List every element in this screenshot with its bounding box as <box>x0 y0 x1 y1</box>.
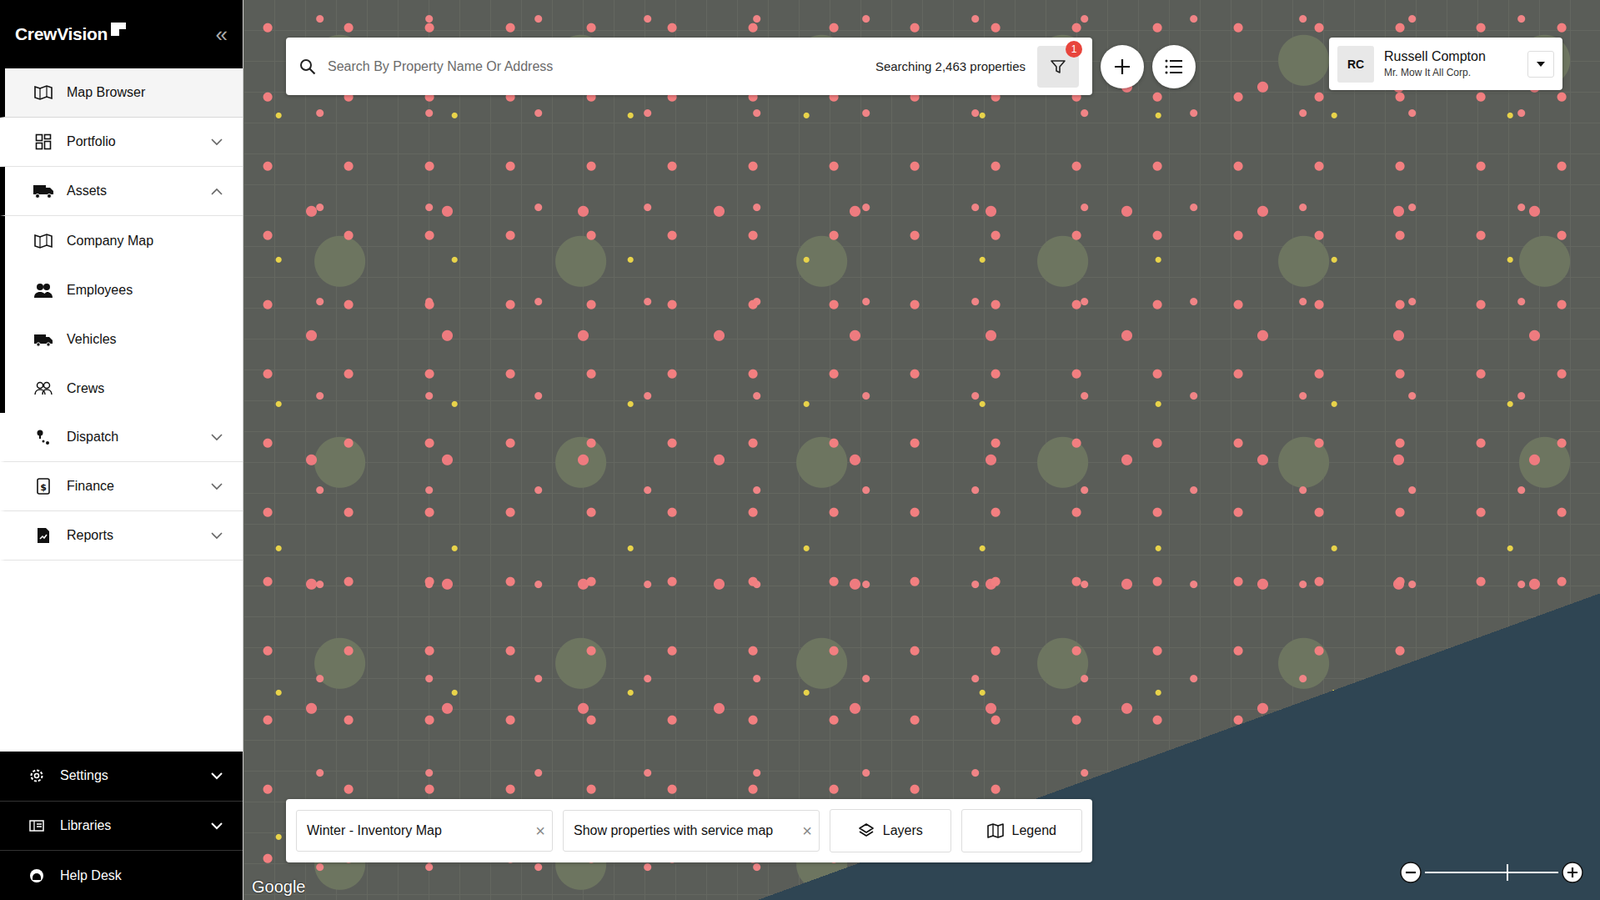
user-dropdown-button[interactable] <box>1527 50 1555 78</box>
sidebar-item[interactable]: Crews <box>0 363 243 413</box>
filter-select[interactable]: Show properties with service map × <box>562 809 820 852</box>
search-count: Searching 2,463 properties <box>875 59 1026 74</box>
sidebar-item-label: Vehicles <box>66 331 223 347</box>
dispatch-icon <box>31 428 56 446</box>
sidebar-item-label: Company Map <box>66 233 223 249</box>
map-icon <box>31 84 56 101</box>
chevron-down-icon <box>210 433 223 442</box>
map-view[interactable]: Search By Property Name Or Address Searc… <box>243 0 1600 900</box>
zoom-slider[interactable] <box>1424 871 1559 873</box>
sidebar-item-label: Employees <box>66 282 223 298</box>
sidebar: CrewVision « Map Browser Portfolio Asset… <box>0 0 244 900</box>
sidebar-item[interactable]: Dispatch <box>0 412 243 462</box>
list-button[interactable] <box>1152 45 1196 89</box>
footer-item-label: Help Desk <box>60 867 223 883</box>
filter-select-clear[interactable]: × <box>802 822 813 839</box>
user-company: Mr. Mow It All Corp. <box>1384 66 1518 79</box>
logo[interactable]: CrewVision <box>15 24 128 45</box>
app-root: CrewVision « Map Browser Portfolio Asset… <box>0 0 1600 900</box>
map-icon <box>31 232 56 250</box>
toolbar-button[interactable]: Layers <box>829 808 952 853</box>
sidebar-nav: Map Browser Portfolio Assets Company Map… <box>0 68 243 752</box>
collapse-button[interactable]: « <box>215 23 228 46</box>
list-icon <box>1164 59 1184 75</box>
sidebar-item[interactable]: Employees <box>0 265 243 315</box>
chevron-down-icon <box>210 822 223 830</box>
search-placeholder[interactable]: Search By Property Name Or Address <box>327 59 864 75</box>
filter-badge: 1 <box>1065 40 1083 58</box>
user-name: Russell Compton <box>1384 49 1518 65</box>
legend-map-icon <box>987 822 1004 839</box>
sidebar-item-label: Dispatch <box>66 429 200 445</box>
logo-flag-icon <box>109 20 128 38</box>
truck-icon <box>31 182 56 200</box>
sidebar-item-label: Map Browser <box>66 85 223 101</box>
plus-icon <box>1561 861 1584 883</box>
zoom-out-button[interactable] <box>1399 861 1422 883</box>
filter-select-value: Show properties with service map <box>573 822 798 838</box>
sidebar-item[interactable]: Assets <box>0 166 243 216</box>
sidebar-item-label: Portfolio <box>66 134 200 150</box>
sidebar-item-label: Finance <box>66 478 200 494</box>
map-attribution: Google <box>251 877 306 897</box>
filter-button[interactable]: 1 <box>1037 45 1079 88</box>
sidebar-item[interactable]: Company Map <box>0 215 243 266</box>
svg-text:$: $ <box>40 481 47 493</box>
filter-icon <box>1049 58 1067 76</box>
map-select-clear[interactable]: × <box>535 822 546 839</box>
chevron-down-icon <box>210 482 223 491</box>
add-button[interactable] <box>1100 45 1144 89</box>
toolbar-button-label: Legend <box>1012 822 1057 838</box>
user-avatar: RC <box>1337 45 1375 83</box>
sidebar-item[interactable]: Map Browser <box>0 68 243 118</box>
footer-item-label: Libraries <box>60 817 200 833</box>
book-icon <box>25 817 49 833</box>
zoom-thumb[interactable] <box>1506 863 1509 881</box>
sidebar-item-label: Reports <box>66 527 200 543</box>
sidebar-item[interactable]: Portfolio <box>0 117 243 167</box>
chevron-down-icon <box>210 772 223 780</box>
grid-icon <box>31 133 56 151</box>
gear-icon <box>25 767 49 784</box>
toolbar-button-label: Layers <box>882 822 923 838</box>
chevron-down-icon <box>210 531 223 540</box>
caret-down-icon <box>1536 61 1545 67</box>
layers-icon <box>857 822 875 839</box>
plus-icon <box>1113 57 1132 76</box>
footer-item[interactable]: Help Desk <box>0 850 243 900</box>
footer-item[interactable]: Libraries <box>0 801 243 852</box>
zoom-control <box>1399 861 1584 883</box>
chevron-up-icon <box>210 187 223 196</box>
sidebar-item[interactable]: $ Finance <box>0 461 243 512</box>
report-icon <box>31 526 56 544</box>
logo-text: CrewVision <box>15 24 108 45</box>
help-icon <box>25 867 49 884</box>
map-select-value: Winter - Inventory Map <box>306 822 531 838</box>
sidebar-item-label: Assets <box>66 183 200 199</box>
footer-item-label: Settings <box>60 767 200 783</box>
minus-icon <box>1399 861 1422 883</box>
sidebar-item-label: Crews <box>66 381 223 397</box>
sidebar-item[interactable]: Reports <box>0 511 243 561</box>
people-icon <box>31 281 56 299</box>
footer-item[interactable]: Settings <box>0 751 243 802</box>
brand-header: CrewVision « <box>0 0 243 69</box>
zoom-in-button[interactable] <box>1561 861 1584 883</box>
search-icon <box>299 58 316 76</box>
dollar-icon: $ <box>31 477 56 495</box>
van-icon <box>31 331 56 348</box>
sidebar-footer: Settings Libraries Help Desk <box>0 751 243 900</box>
sidebar-item[interactable]: Vehicles <box>0 314 243 364</box>
chevron-down-icon <box>210 138 223 146</box>
map-top-controls: Search By Property Name Or Address Searc… <box>285 37 1196 96</box>
map-toolbar: Winter - Inventory Map × Show properties… <box>285 798 1093 863</box>
toolbar-button[interactable]: Legend <box>961 808 1084 853</box>
user-card[interactable]: RC Russell Compton Mr. Mow It All Corp. <box>1329 37 1563 91</box>
user-info: Russell Compton Mr. Mow It All Corp. <box>1384 49 1518 79</box>
crew-icon <box>31 380 56 397</box>
search-bar[interactable]: Search By Property Name Or Address Searc… <box>285 37 1093 96</box>
map-select[interactable]: Winter - Inventory Map × <box>295 809 553 852</box>
